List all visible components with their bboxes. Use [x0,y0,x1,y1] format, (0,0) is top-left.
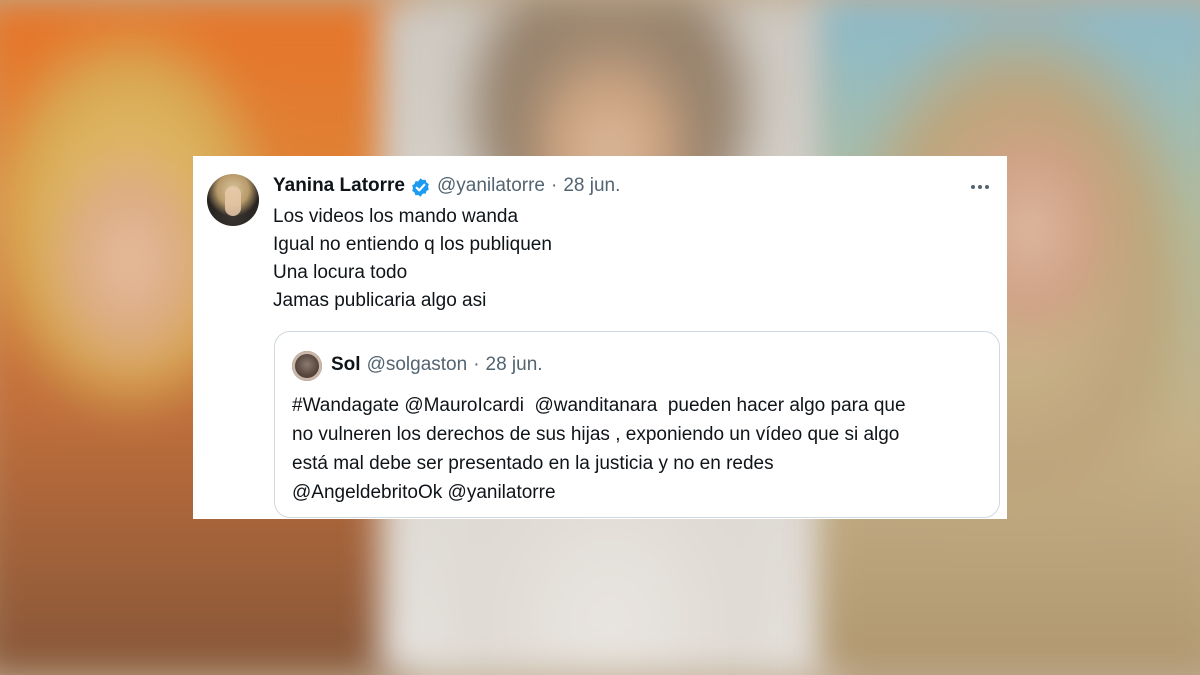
quoted-text-line: @AngeldebritoOk @yanilatorre [292,482,556,503]
quoted-tweet[interactable]: Sol @solgaston · 28 jun. #Wandagate @Mau… [274,331,1000,518]
quoted-text-line: no vulneren los derechos de sus hijas , … [292,424,900,445]
header-separator: · [551,175,558,196]
more-options-icon[interactable] [965,176,995,198]
tweet-text: Los videos los mando wanda Igual no enti… [273,203,967,315]
more-dot [971,185,975,189]
author-avatar[interactable] [207,174,259,226]
more-dot [985,185,989,189]
quoted-header-separator: · [473,354,480,375]
quoted-author-avatar[interactable] [292,351,322,381]
quoted-tweet-header: Sol @solgaston · 28 jun. [331,353,543,377]
tweet-card[interactable]: Yanina Latorre @yanilatorre · 28 jun. Lo… [193,156,1007,519]
tweet-text-line: Una locura todo [273,262,408,283]
quoted-author-handle[interactable]: @solgaston [367,354,468,376]
tweet-header: Yanina Latorre @yanilatorre · 28 jun. [273,175,947,197]
quoted-text-line: #Wandagate @MauroIcardi @wanditanara pue… [292,395,906,416]
quoted-author-name[interactable]: Sol [331,354,361,376]
author-handle[interactable]: @yanilatorre [437,175,545,197]
quoted-tweet-date[interactable]: 28 jun. [486,354,543,376]
tweet-text-line: Los videos los mando wanda [273,206,519,227]
quoted-text-line: está mal debe ser presentado en la justi… [292,453,774,474]
author-name[interactable]: Yanina Latorre [273,175,405,197]
more-dot [978,185,982,189]
quoted-tweet-text: #Wandagate @MauroIcardi @wanditanara pue… [292,391,987,507]
tweet-text-line: Igual no entiendo q los publiquen [273,234,552,255]
tweet-text-line: Jamas publicaria algo asi [273,290,487,311]
verified-badge-icon [410,177,431,198]
tweet-date[interactable]: 28 jun. [563,175,620,197]
